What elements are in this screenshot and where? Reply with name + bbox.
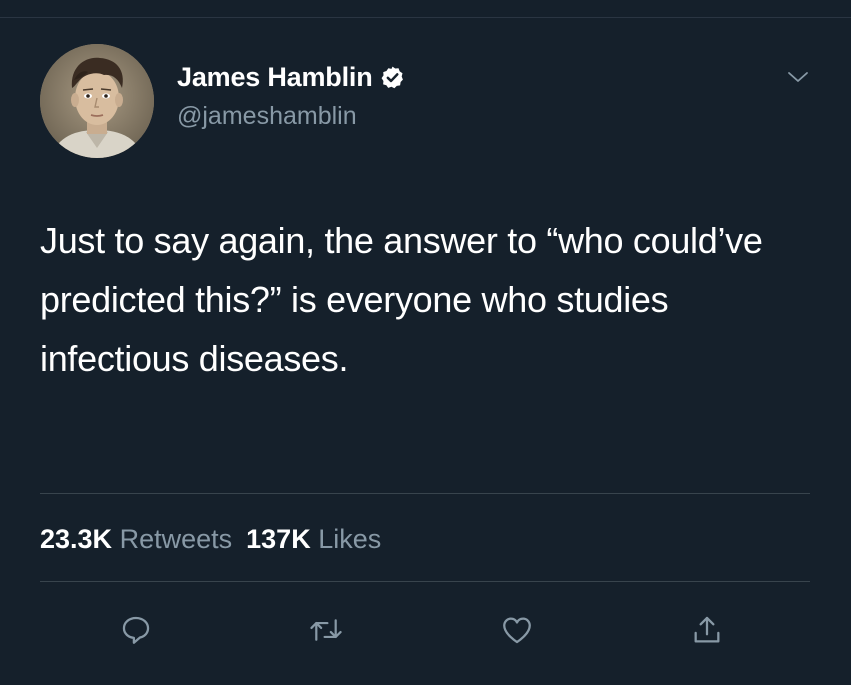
share-button[interactable] xyxy=(687,610,727,650)
chevron-down-icon xyxy=(788,72,808,82)
retweet-arrows-icon xyxy=(310,619,342,641)
retweet-button[interactable] xyxy=(306,610,346,650)
heart-icon xyxy=(503,617,531,644)
retweets-count: 23.3K xyxy=(40,524,113,554)
tweet-text: Just to say again, the answer to “who co… xyxy=(40,220,763,379)
likes-count: 137K xyxy=(246,524,311,554)
more-options-button[interactable] xyxy=(785,64,811,90)
verified-badge-icon xyxy=(380,65,405,90)
like-button[interactable] xyxy=(497,610,537,650)
reply-button[interactable] xyxy=(116,610,156,650)
likes-stat[interactable]: 137K Likes xyxy=(246,524,381,554)
stats-top-divider xyxy=(40,493,810,494)
profile-photo-icon xyxy=(40,44,154,158)
likes-label: Likes xyxy=(318,524,382,554)
author-display-name[interactable]: James Hamblin xyxy=(177,62,373,92)
tweet-stats: 23.3K Retweets 137K Likes xyxy=(40,523,381,555)
top-divider xyxy=(0,17,851,18)
avatar[interactable] xyxy=(40,44,154,158)
author-name-row[interactable]: James Hamblin xyxy=(177,62,405,92)
stats-bottom-divider xyxy=(40,581,810,582)
speech-bubble-icon xyxy=(122,616,150,644)
share-upload-icon xyxy=(694,616,720,643)
author-handle[interactable]: @jameshamblin xyxy=(177,101,357,131)
retweets-stat[interactable]: 23.3K Retweets xyxy=(40,524,232,554)
retweets-label: Retweets xyxy=(119,524,233,554)
